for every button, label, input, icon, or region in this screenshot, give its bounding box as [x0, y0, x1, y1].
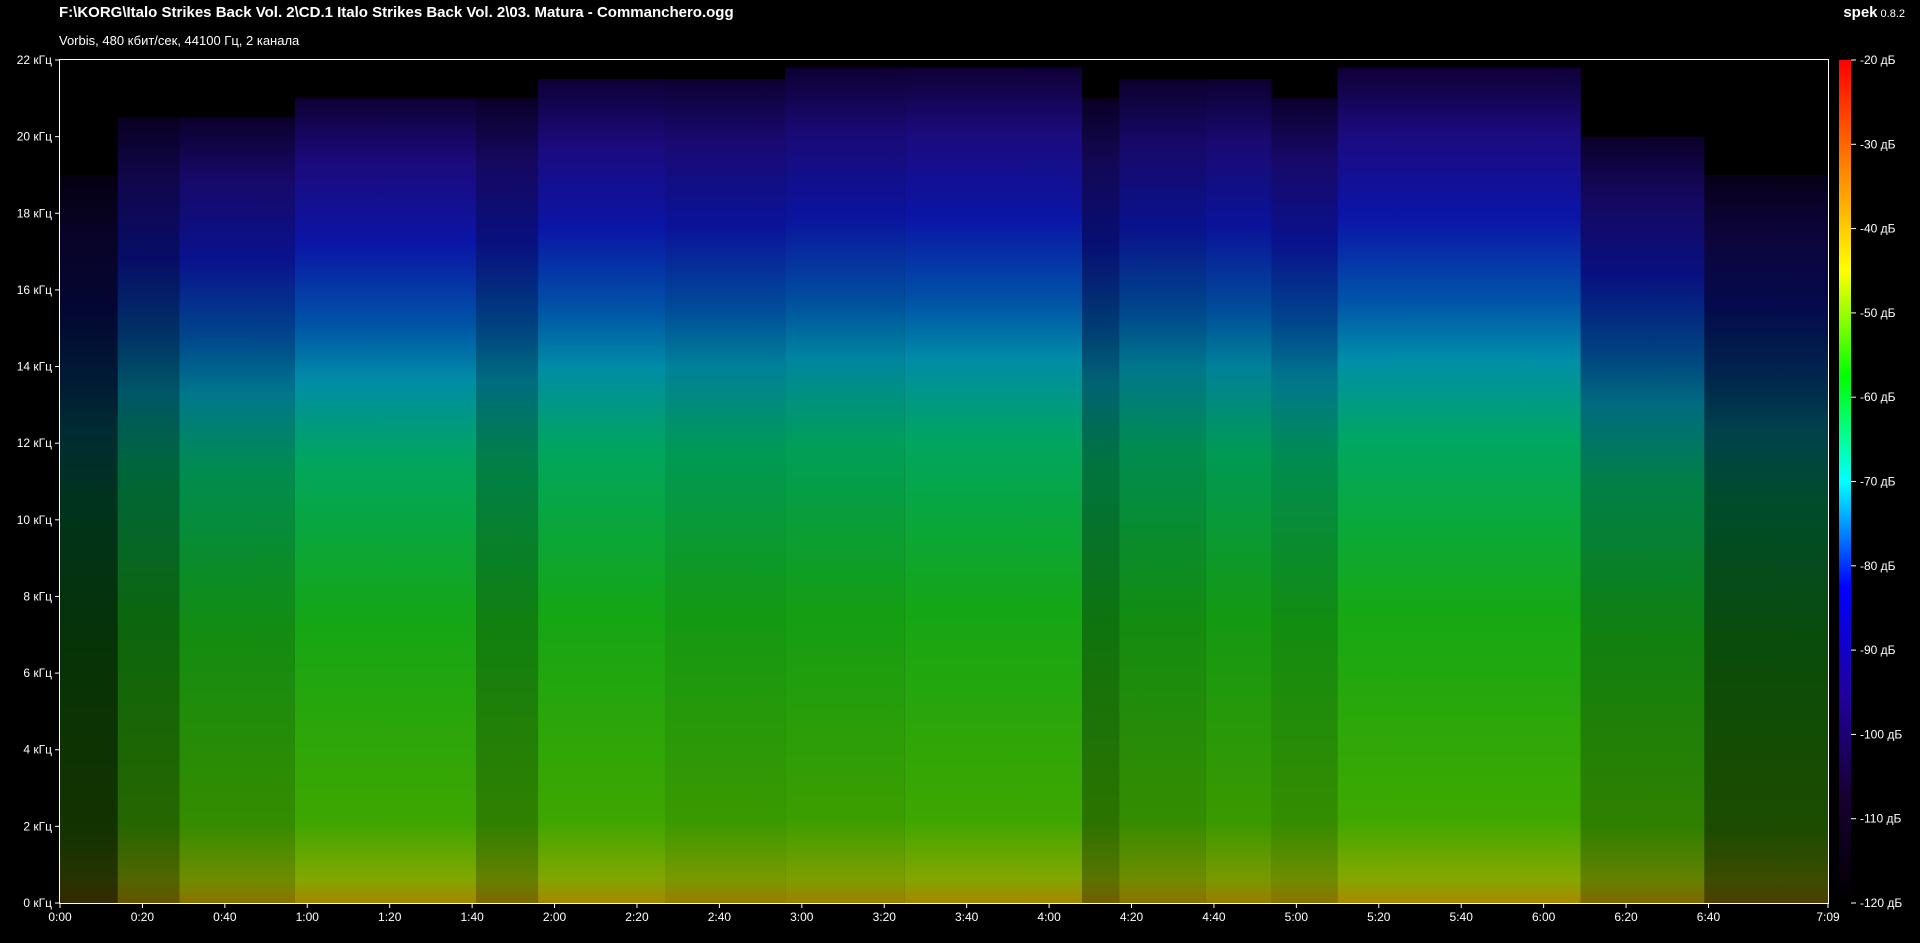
frequency-tick-label: 12 кГц	[17, 436, 52, 450]
spectrogram-area	[60, 60, 1828, 904]
frequency-tick-label: 8 кГц	[23, 589, 52, 603]
frequency-tick-label: 22 кГц	[17, 53, 52, 67]
spectrogram-plot: 0 кГц 2 кГц 4 кГц 6 кГц 8 кГц 10 кГц 12 кГц 14 …	[17, 53, 1903, 924]
time-tick-label: 0:00	[48, 910, 72, 924]
spectrogram-segment	[1119, 79, 1206, 904]
spectrogram-segment	[1337, 67, 1581, 903]
time-tick-label: 0:20	[131, 910, 155, 924]
frequency-tick-label: 2 кГц	[23, 819, 52, 833]
frequency-tick-label: 18 кГц	[17, 206, 52, 220]
level-tick-label: -40 дБ	[1860, 222, 1896, 236]
spectrogram-segment	[1704, 174, 1828, 904]
time-tick-label: 2:00	[543, 910, 567, 924]
frequency-tick-label: 6 кГц	[23, 666, 52, 680]
frequency-tick-label: 14 кГц	[17, 360, 52, 374]
time-axis: 0:00 0:20 0:40 1:00 1:20 1:40 2:00 2:20 2:40 3:00…	[48, 903, 1840, 924]
frequency-tick-label: 0 кГц	[23, 896, 52, 910]
level-tick-label: -90 дБ	[1860, 643, 1896, 657]
spectrogram-segment	[538, 79, 666, 904]
spectrogram-segment	[294, 98, 477, 904]
time-tick-label: 7:09	[1816, 910, 1840, 924]
frequency-tick-label: 10 кГц	[17, 513, 52, 527]
level-color-scale	[1839, 60, 1851, 903]
spectrogram-segment	[1082, 98, 1120, 904]
spectrogram-segment	[1580, 136, 1705, 904]
spectrogram-segment	[117, 117, 180, 903]
spectrogram-segment	[1205, 79, 1272, 904]
time-tick-label: 1:20	[378, 910, 402, 924]
level-tick-label: -120 дБ	[1860, 896, 1902, 910]
time-tick-label: 0:40	[213, 910, 237, 924]
level-tick-label: -70 дБ	[1860, 475, 1896, 489]
time-tick-label: 5:00	[1285, 910, 1309, 924]
level-axis: -20 дБ -30 дБ -40 дБ -50 дБ -60 дБ -70 дБ -80 …	[1851, 53, 1902, 910]
spectrogram-segment	[179, 117, 295, 903]
spectrogram-segment	[785, 67, 905, 903]
spectrogram-segment	[476, 98, 539, 904]
level-tick-label: -50 дБ	[1860, 306, 1896, 320]
frequency-tick-label: 16 кГц	[17, 283, 52, 297]
time-tick-label: 5:20	[1367, 910, 1391, 924]
time-tick-label: 4:40	[1202, 910, 1226, 924]
spek-window: F:\KORG\Italo Strikes Back Vol. 2\CD.1 I…	[0, 0, 1920, 943]
time-tick-label: 1:40	[460, 910, 484, 924]
time-tick-label: 6:00	[1532, 910, 1556, 924]
time-tick-label: 3:00	[790, 910, 814, 924]
time-tick-label: 2:20	[625, 910, 649, 924]
level-tick-label: -20 дБ	[1860, 53, 1896, 67]
level-tick-label: -110 дБ	[1860, 812, 1901, 826]
level-tick-label: -60 дБ	[1860, 390, 1896, 404]
time-tick-label: 5:40	[1450, 910, 1474, 924]
spectrogram-segment	[665, 79, 786, 904]
level-tick-label: -30 дБ	[1860, 137, 1896, 151]
time-tick-label: 6:20	[1614, 910, 1638, 924]
time-tick-label: 4:00	[1037, 910, 1061, 924]
frequency-tick-label: 4 кГц	[23, 743, 52, 757]
time-tick-label: 6:40	[1697, 910, 1721, 924]
time-tick-label: 1:00	[296, 910, 320, 924]
frequency-tick-label: 20 кГц	[17, 130, 52, 144]
time-tick-label: 3:40	[955, 910, 979, 924]
spectrogram-segment	[60, 174, 118, 904]
level-tick-label: -100 дБ	[1860, 727, 1902, 741]
level-tick-label: -80 дБ	[1860, 559, 1896, 573]
time-tick-label: 2:40	[708, 910, 732, 924]
time-tick-label: 3:20	[873, 910, 897, 924]
spectrogram-segment	[1271, 98, 1338, 904]
frequency-axis: 0 кГц 2 кГц 4 кГц 6 кГц 8 кГц 10 кГц 12 кГц 14 …	[17, 53, 60, 910]
time-tick-label: 4:20	[1120, 910, 1144, 924]
spectrogram-segment	[904, 67, 1083, 903]
